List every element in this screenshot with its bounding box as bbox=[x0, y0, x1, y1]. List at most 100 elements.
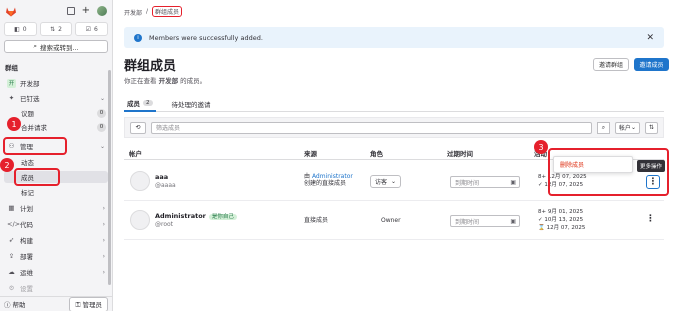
avatar[interactable] bbox=[130, 210, 150, 230]
avatar[interactable] bbox=[130, 171, 150, 191]
sidebar-toggle-icon[interactable] bbox=[66, 7, 75, 15]
role-label: 访客 bbox=[375, 179, 388, 186]
table-row: Administrator 是你自己 @root 直接成员 Owner 到期时间 ▣… bbox=[124, 202, 664, 240]
highlight-manage bbox=[3, 137, 67, 155]
tab-label: 成员 bbox=[127, 99, 140, 108]
expiry-placeholder: 到期时间 bbox=[455, 179, 480, 187]
subtitle-suffix: 的成员。 bbox=[180, 77, 207, 85]
user-avatar[interactable] bbox=[97, 6, 107, 16]
chevron-down-icon: ⌄ bbox=[630, 124, 636, 131]
breadcrumb-current[interactable]: 群组成员 bbox=[152, 6, 183, 17]
chevron-right-icon: › bbox=[102, 204, 105, 212]
success-alert: i Members were successfully added. ✕ bbox=[124, 27, 664, 48]
role-dropdown[interactable]: 访客 ⌄ bbox=[370, 175, 402, 188]
source-prefix: 由 bbox=[304, 173, 311, 180]
sidebar-item-settings[interactable]: ⚙ 设置 bbox=[4, 282, 108, 294]
expiry-placeholder: 到期时间 bbox=[455, 218, 480, 226]
page-title: 群组成员 bbox=[124, 59, 177, 74]
plan-icon: ▦ bbox=[8, 203, 15, 212]
tab-pending-invites[interactable]: 待处理的邀请 bbox=[169, 95, 214, 112]
chevron-right-icon: › bbox=[102, 252, 105, 260]
sidebar-item-label: 运维 bbox=[20, 269, 33, 277]
expiry-date-input[interactable]: 到期时间 ▣ bbox=[450, 176, 520, 188]
sidebar-item-group[interactable]: 开开发部 bbox=[4, 77, 108, 89]
admin-button[interactable]: ⚿ 管理员 bbox=[69, 296, 108, 311]
history-icon[interactable]: ⟲ bbox=[130, 121, 146, 134]
sort-label: 帐户 bbox=[618, 125, 631, 132]
breadcrumb-group[interactable]: 开发部 bbox=[124, 8, 142, 17]
invite-group-button[interactable]: 邀请群组 bbox=[593, 58, 629, 71]
sidebar-item-label: 议题 bbox=[21, 110, 34, 118]
todo-count: 6 bbox=[93, 25, 98, 33]
sidebar-item-operate[interactable]: ☁ 运维 › bbox=[4, 266, 108, 278]
sidebar-item-code[interactable]: </> 代码 › bbox=[4, 218, 108, 230]
sidebar-scrollbar[interactable] bbox=[108, 70, 111, 285]
member-name[interactable]: aaa bbox=[155, 173, 168, 181]
alert-text: Members were successfully added. bbox=[149, 33, 263, 42]
issues-counter[interactable]: ◧ 0 bbox=[4, 22, 37, 36]
more-actions-icon[interactable]: ⋮ bbox=[646, 214, 655, 224]
page-subtitle: 你正在查看 开发部 的成员。 bbox=[124, 75, 206, 85]
sidebar-item-label: 合并请求 bbox=[21, 124, 47, 132]
column-role: 角色 bbox=[370, 150, 383, 158]
rocket-icon: ➶ bbox=[8, 235, 15, 244]
sidebar-item-deploy[interactable]: ⇪ 部署 › bbox=[4, 250, 108, 262]
filter-input[interactable]: 筛选成员 bbox=[151, 121, 592, 134]
chevron-right-icon: › bbox=[102, 220, 105, 228]
breadcrumb: 开发部 / 群组成员 bbox=[124, 6, 183, 17]
count-badge: 0 bbox=[97, 122, 106, 132]
invite-member-button[interactable]: 邀请成员 bbox=[634, 58, 669, 71]
sidebar-item-label: 计划 bbox=[20, 205, 33, 213]
chevron-down-icon: ⌄ bbox=[99, 142, 105, 150]
calendar-icon: ▣ bbox=[510, 178, 516, 186]
search-button[interactable]: ⌕ 搜索或转到... bbox=[4, 40, 108, 53]
sidebar-item-label: 已钉选 bbox=[20, 95, 40, 103]
tab-members[interactable]: 成员 2 bbox=[124, 95, 156, 112]
sidebar-item-labels[interactable]: 标记 bbox=[4, 186, 108, 198]
sidebar-item-label: 构建 bbox=[20, 237, 33, 245]
filter-bar: ⟲ 筛选成员 ⌕ 帐户 ⌄ ⇅ bbox=[124, 117, 664, 138]
group-avatar-icon: 开 bbox=[7, 78, 16, 88]
sidebar-item-build[interactable]: ➶ 构建 › bbox=[4, 234, 108, 246]
sidebar-item-plan[interactable]: ▦ 计划 › bbox=[4, 202, 108, 214]
source-suffix: 创建的直接成员 bbox=[304, 180, 347, 187]
admin-label: 管理员 bbox=[82, 300, 103, 309]
expiry-date-input[interactable]: 到期时间 ▣ bbox=[450, 215, 520, 227]
activity-date: 10月 13, 2025 bbox=[544, 217, 584, 223]
sidebar-item-label: 标记 bbox=[21, 189, 34, 197]
chevron-right-icon: › bbox=[102, 268, 105, 276]
help-icon: ⓘ bbox=[4, 301, 11, 309]
plus-icon[interactable]: + bbox=[82, 6, 90, 16]
merge-request-icon: ⇅ bbox=[50, 25, 56, 33]
code-icon: </> bbox=[7, 219, 21, 228]
role-label: Owner bbox=[381, 217, 401, 224]
merge-requests-counter[interactable]: ⇅ 2 bbox=[39, 22, 73, 36]
chevron-right-icon: › bbox=[102, 236, 105, 244]
help-link[interactable]: 帮助 bbox=[13, 299, 26, 309]
step-marker-1: 1 bbox=[7, 117, 21, 131]
search-icon[interactable]: ⌕ bbox=[596, 121, 610, 134]
step-marker-3: 3 bbox=[534, 140, 548, 154]
sidebar-item-activity[interactable]: 动态 bbox=[4, 156, 108, 168]
close-icon[interactable]: ✕ bbox=[646, 33, 654, 43]
sidebar-item-pinned[interactable]: ✦ 已钉选 ⌄ bbox=[4, 92, 108, 104]
pin-icon: ✦ bbox=[8, 93, 15, 102]
member-tabs: 成员 2 待处理的邀请 bbox=[124, 95, 664, 112]
sort-direction-icon[interactable]: ⇅ bbox=[644, 121, 658, 134]
sidebar-item-issues[interactable]: 议题 0 bbox=[4, 107, 108, 119]
sidebar-item-label: 动态 bbox=[21, 159, 34, 167]
chevron-down-icon: ⌄ bbox=[99, 94, 105, 102]
highlight-actions bbox=[548, 148, 669, 196]
member-handle: @aaaa bbox=[155, 182, 176, 189]
sidebar-top-bar: + bbox=[0, 0, 112, 22]
breadcrumb-separator: / bbox=[146, 8, 149, 15]
todo-icon: ☑ bbox=[85, 25, 91, 33]
issues-icon: ◧ bbox=[14, 25, 20, 33]
issues-count: 0 bbox=[22, 25, 27, 33]
member-name[interactable]: Administrator bbox=[155, 212, 206, 220]
gitlab-logo-icon[interactable] bbox=[5, 6, 17, 17]
highlight-members bbox=[14, 168, 60, 186]
todo-counter[interactable]: ☑ 6 bbox=[75, 22, 109, 36]
source-link[interactable]: Administrator bbox=[312, 173, 353, 180]
sort-dropdown[interactable]: 帐户 ⌄ bbox=[614, 121, 640, 134]
